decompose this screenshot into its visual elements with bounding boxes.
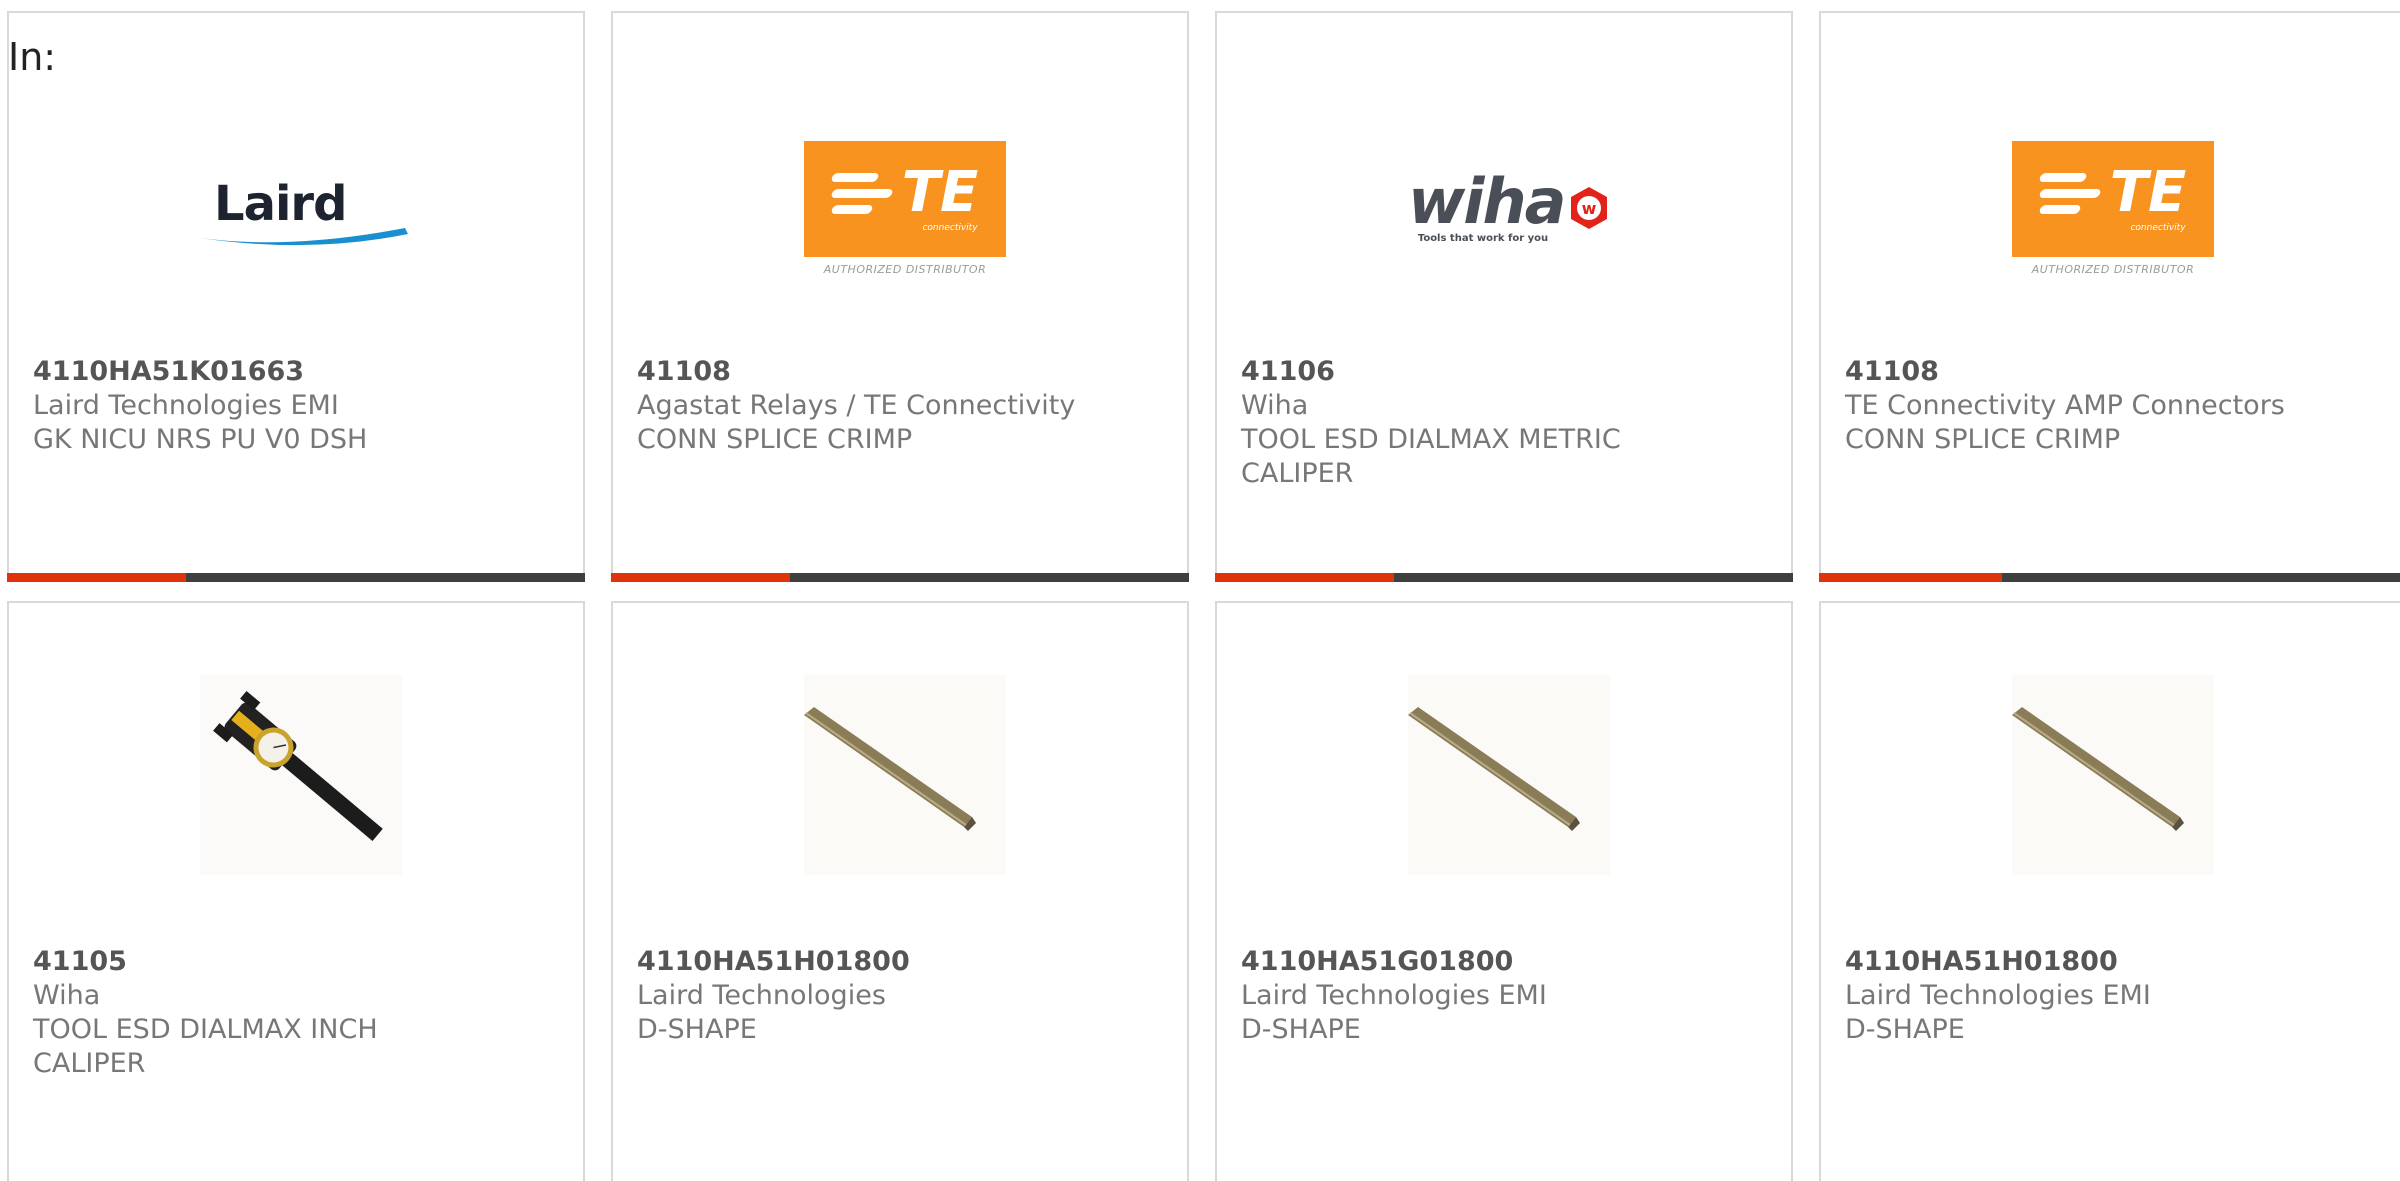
description: CONN SPLICE CRIMP [637,424,913,455]
part-number[interactable]: 41108 [637,355,1167,389]
description: D-SHAPE [1845,1014,1965,1045]
product-image[interactable] [1408,675,1610,875]
part-number[interactable]: 4110HA51H01800 [1845,945,2387,979]
description: CONN SPLICE CRIMP [1845,424,2121,455]
te-lines-icon [2038,172,2102,214]
product-card[interactable]: 4110HA51H01800 Laird Technologies D-SHAP… [611,601,1189,1181]
product-image[interactable] [200,675,402,875]
product-image[interactable]: TE connectivity AUTHORIZED DISTRIBUTOR [804,111,1006,311]
product-card[interactable]: 41105 Wiha TOOL ESD DIALMAX INCH CALIPER [7,601,585,1181]
product-card[interactable]: TE connectivity AUTHORIZED DISTRIBUTOR 4… [1819,11,2400,582]
product-info: 4110HA51G01800 Laird Technologies EMI D-… [1241,945,1771,1047]
manufacturer: TE Connectivity AMP Connectors [1845,390,2285,421]
product-info: 41108 Agastat Relays / TE Connectivity C… [637,355,1167,457]
product-image[interactable]: TE connectivity AUTHORIZED DISTRIBUTOR [2012,111,2214,311]
product-card[interactable]: 4110HA51G01800 Laird Technologies EMI D-… [1215,601,1793,1181]
product-image[interactable] [2012,675,2214,875]
manufacturer: Laird Technologies [637,980,886,1011]
manufacturer: Wiha [1241,390,1309,421]
laird-swoosh-icon [200,228,408,246]
te-connectivity-logo: TE connectivity AUTHORIZED DISTRIBUTOR [2012,141,2214,281]
description: D-SHAPE [1241,1014,1361,1045]
product-card[interactable]: 4110HA51H01800 Laird Technologies EMI D-… [1819,601,2400,1181]
wiha-badge-icon: w [1571,187,1607,229]
part-number[interactable]: 41108 [1845,355,2387,389]
d-shape-gasket-photo [2012,675,2214,875]
manufacturer: Laird Technologies EMI [1845,980,2151,1011]
d-shape-gasket-photo [1408,675,1610,875]
manufacturer: Laird Technologies EMI [33,390,339,421]
product-card[interactable]: Laird 4110HA51K01663 Laird Technologies … [7,11,585,582]
product-image[interactable] [804,675,1006,875]
product-info: 41108 TE Connectivity AMP Connectors CON… [1845,355,2387,457]
te-connectivity-logo: TE connectivity AUTHORIZED DISTRIBUTOR [804,141,1006,281]
product-image[interactable]: Laird [200,111,408,311]
product-card[interactable]: TE connectivity AUTHORIZED DISTRIBUTOR 4… [611,11,1189,582]
d-shape-gasket-photo [804,675,1006,875]
product-info: 4110HA51K01663 Laird Technologies EMI GK… [33,355,563,457]
product-info: 4110HA51H01800 Laird Technologies D-SHAP… [637,945,1167,1047]
part-number[interactable]: 4110HA51H01800 [637,945,1167,979]
wiha-logo: wiha w Tools that work for you [1408,171,1610,251]
product-info: 41105 Wiha TOOL ESD DIALMAX INCH CALIPER [33,945,563,1081]
card-accent-bar [1215,573,1793,582]
description: GK NICU NRS PU V0 DSH [33,424,368,455]
product-info: 4110HA51H01800 Laird Technologies EMI D-… [1845,945,2387,1047]
te-lines-icon [830,172,894,214]
product-info: 41106 Wiha TOOL ESD DIALMAX METRIC CALIP… [1241,355,1771,491]
product-card[interactable]: wiha w Tools that work for you 41106 Wih… [1215,11,1793,582]
card-accent-bar [7,573,585,582]
laird-logo: Laird [200,176,408,246]
manufacturer: Wiha [33,980,101,1011]
part-number[interactable]: 4110HA51G01800 [1241,945,1771,979]
dial-caliper-photo [200,675,402,875]
description: D-SHAPE [637,1014,757,1045]
part-number[interactable]: 41105 [33,945,563,979]
card-accent-bar [611,573,1189,582]
in-label: In: [8,35,57,79]
manufacturer: Agastat Relays / TE Connectivity [637,390,1076,421]
part-number[interactable]: 4110HA51K01663 [33,355,563,389]
product-grid: Laird 4110HA51K01663 Laird Technologies … [0,0,2400,1181]
description: TOOL ESD DIALMAX INCH CALIPER [33,1014,378,1079]
part-number[interactable]: 41106 [1241,355,1771,389]
svg-text:w: w [1582,199,1597,218]
description: TOOL ESD DIALMAX METRIC CALIPER [1241,424,1621,489]
manufacturer: Laird Technologies EMI [1241,980,1547,1011]
card-accent-bar [1819,573,2400,582]
product-image[interactable]: wiha w Tools that work for you [1408,111,1610,311]
